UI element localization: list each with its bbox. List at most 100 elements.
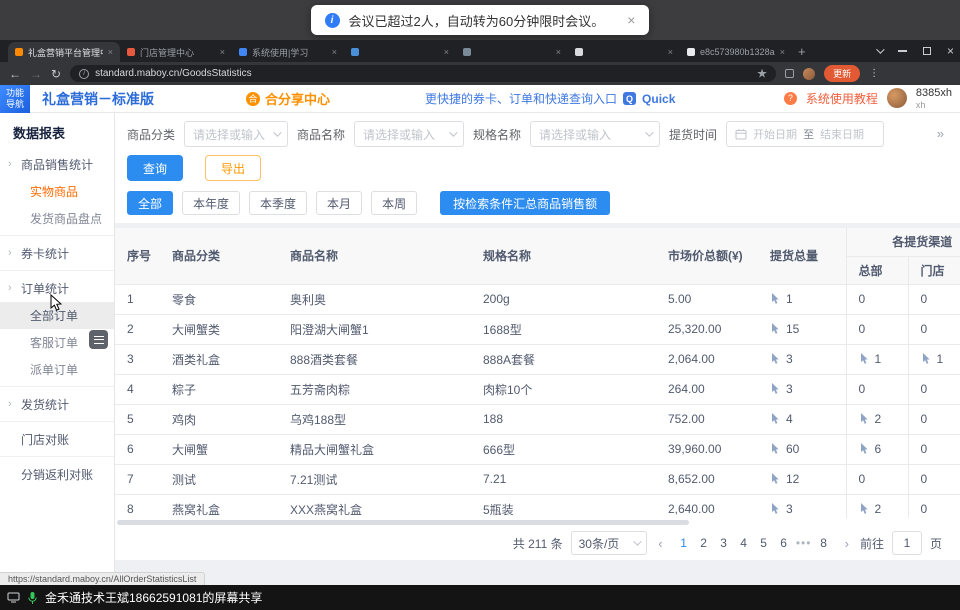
browser-tab[interactable]: × xyxy=(456,42,568,62)
table-row: 7 测试 7.21测试 7.21 8,652.00 12 0 0 xyxy=(115,464,960,494)
page-number[interactable]: 5 xyxy=(754,536,774,550)
hand-pointer-icon[interactable] xyxy=(859,503,870,515)
page-number[interactable]: 4 xyxy=(734,536,754,550)
cell-qty: 12 xyxy=(758,464,846,494)
cell-spec: 1688型 xyxy=(471,314,656,344)
tab-close-icon[interactable]: × xyxy=(780,47,785,57)
page-number[interactable]: 3 xyxy=(714,536,734,550)
tutorial-link[interactable]: 系统使用教程 xyxy=(806,90,878,107)
horizontal-scrollbar[interactable] xyxy=(115,518,960,526)
cell-no: 8 xyxy=(115,494,160,518)
browser-tab[interactable]: 礼盒营销平台管理中心 × xyxy=(8,42,120,62)
hand-pointer-icon[interactable] xyxy=(859,353,870,365)
close-window-icon[interactable]: × xyxy=(947,45,954,57)
page-size-value: 30条/页 xyxy=(579,535,620,552)
sidebar-item-实物商品[interactable]: 实物商品 xyxy=(0,178,114,205)
bookmark-star-icon[interactable] xyxy=(757,69,767,79)
extensions-icon[interactable] xyxy=(785,69,794,78)
page-size-select[interactable]: 30条/页 xyxy=(571,531,648,555)
sidebar-item-派单订单[interactable]: 派单订单 xyxy=(0,356,114,383)
toast-close-icon[interactable]: × xyxy=(627,12,635,28)
reload-icon[interactable]: ↻ xyxy=(51,68,61,80)
page-jump-input[interactable]: 1 xyxy=(892,531,922,555)
quick-entry-tip: 更快捷的券卡、订单和快递查询入口 xyxy=(425,90,617,107)
hand-pointer-icon[interactable] xyxy=(859,443,870,455)
page-number[interactable]: 2 xyxy=(694,536,714,550)
name-placeholder: 请选择或输入 xyxy=(363,126,435,143)
hand-pointer-icon[interactable] xyxy=(770,383,781,395)
quick-filter-tab-本季度[interactable]: 本季度 xyxy=(249,191,307,215)
export-button[interactable]: 导出 xyxy=(205,155,261,181)
sidebar-item-商品销售统计[interactable]: › 商品销售统计 xyxy=(0,150,114,178)
quick-filter-tab-本年度[interactable]: 本年度 xyxy=(182,191,240,215)
user-avatar[interactable] xyxy=(887,88,907,108)
scrollbar-thumb[interactable] xyxy=(117,520,689,525)
quick-search-entry[interactable]: 更快捷的券卡、订单和快递查询入口 Q Quick xyxy=(425,90,675,107)
cell-category: 大闸蟹类 xyxy=(160,314,278,344)
hand-pointer-icon[interactable] xyxy=(770,353,781,365)
sidebar-item-全部订单[interactable]: 全部订单 xyxy=(0,302,114,329)
hand-pointer-icon[interactable] xyxy=(770,443,781,455)
browser-tab[interactable]: e8c573980b1328a258fd2e6i × xyxy=(680,42,792,62)
next-page-button[interactable]: › xyxy=(842,536,852,551)
browser-menu-icon[interactable]: ⋮ xyxy=(869,68,879,79)
search-button[interactable]: 查询 xyxy=(127,155,183,181)
hand-pointer-icon[interactable] xyxy=(859,413,870,425)
product-name-select[interactable]: 请选择或输入 xyxy=(354,121,464,147)
maximize-icon[interactable] xyxy=(923,47,931,55)
sidebar-item-订单统计[interactable]: › 订单统计 xyxy=(0,274,114,302)
tab-close-icon[interactable]: × xyxy=(556,47,561,57)
quick-filter-tab-全部[interactable]: 全部 xyxy=(127,191,173,215)
hand-pointer-icon[interactable] xyxy=(770,413,781,425)
sidebar-divider xyxy=(0,421,114,422)
quick-filter-tab-本月[interactable]: 本月 xyxy=(316,191,362,215)
browser-tab[interactable]: 系统使用|学习 × xyxy=(232,42,344,62)
hand-pointer-icon[interactable] xyxy=(770,323,781,335)
hand-pointer-icon[interactable] xyxy=(770,293,781,305)
page-number[interactable]: 6 xyxy=(774,536,794,550)
tab-close-icon[interactable]: × xyxy=(332,47,337,57)
tab-close-icon[interactable]: × xyxy=(668,47,673,57)
spec-select[interactable]: 请选择或输入 xyxy=(530,121,660,147)
browser-tab[interactable]: × xyxy=(568,42,680,62)
cell-category: 酒类礼盒 xyxy=(160,344,278,374)
tab-close-icon[interactable]: × xyxy=(108,47,113,57)
hand-pointer-icon[interactable] xyxy=(921,353,932,365)
cell-hq: 0 xyxy=(846,314,908,344)
sidebar-collapse-handle[interactable] xyxy=(89,330,108,349)
new-tab-button[interactable]: + xyxy=(798,44,806,59)
store-value: 0 xyxy=(921,442,928,456)
browser-tab[interactable]: × xyxy=(344,42,456,62)
table-row: 5 鸡肉 乌鸡188型 188 752.00 4 2 0 xyxy=(115,404,960,434)
address-bar[interactable]: i standard.maboy.cn/GoodsStatistics xyxy=(70,65,776,82)
browser-tab[interactable]: 门店管理中心 × xyxy=(120,42,232,62)
tab-search-icon[interactable] xyxy=(876,45,884,53)
summary-button[interactable]: 按检索条件汇总商品销售额 xyxy=(440,191,610,215)
prev-page-button[interactable]: ‹ xyxy=(655,536,665,551)
cell-store: 1 xyxy=(908,344,960,374)
forward-icon[interactable]: → xyxy=(30,68,42,80)
qty-value: 12 xyxy=(786,472,799,486)
sidebar-item-券卡统计[interactable]: › 券卡统计 xyxy=(0,239,114,267)
browser-profile-avatar[interactable] xyxy=(803,68,815,80)
category-select[interactable]: 请选择或输入 xyxy=(184,121,288,147)
sidebar-item-发货商品盘点[interactable]: 发货商品盘点 xyxy=(0,205,114,232)
tab-close-icon[interactable]: × xyxy=(220,47,225,57)
sidebar-item-门店对账[interactable]: › 门店对账 xyxy=(0,425,114,453)
back-icon[interactable]: ← xyxy=(9,68,21,80)
date-range-picker[interactable]: 开始日期 至 结束日期 xyxy=(726,121,884,147)
hand-pointer-icon[interactable] xyxy=(770,473,781,485)
minimize-icon[interactable] xyxy=(898,50,907,51)
page-number[interactable]: 8 xyxy=(814,536,834,550)
sidebar-item-分销返利对账[interactable]: › 分销返利对账 xyxy=(0,460,114,488)
sidebar-item-发货统计[interactable]: › 发货统计 xyxy=(0,390,114,418)
function-nav-button[interactable]: 功能 导航 xyxy=(0,85,30,113)
page-number[interactable]: 1 xyxy=(674,536,694,550)
share-center-link[interactable]: 合 合分享中心 xyxy=(246,89,330,108)
quick-filter-tab-本周[interactable]: 本周 xyxy=(371,191,417,215)
tab-close-icon[interactable]: × xyxy=(444,47,449,57)
site-info-icon[interactable]: i xyxy=(79,69,89,79)
hand-pointer-icon[interactable] xyxy=(770,503,781,515)
collapse-panel-icon[interactable]: » xyxy=(937,126,944,141)
update-button[interactable]: 更新 xyxy=(824,65,860,82)
